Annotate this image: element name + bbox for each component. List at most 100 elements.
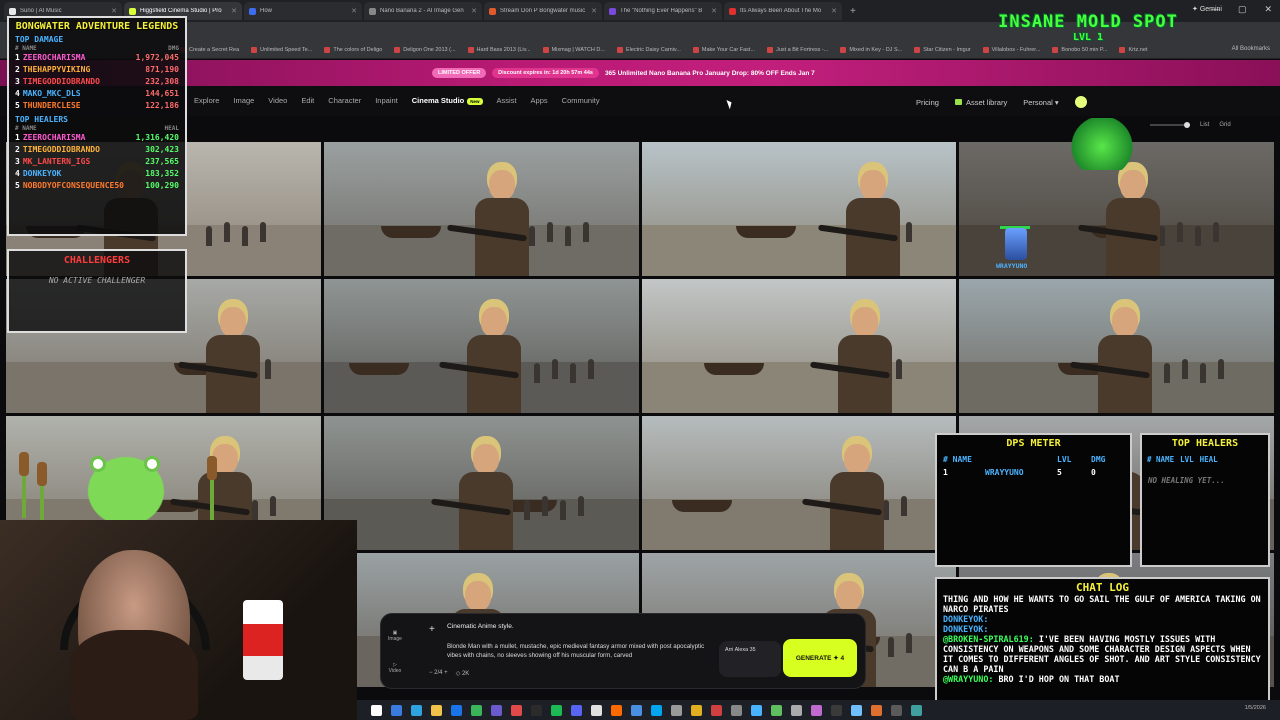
bookmark-item[interactable]: Mixed in Key - DJ S... — [840, 47, 902, 53]
tab-close-icon[interactable]: ✕ — [351, 7, 357, 15]
bookmark-item[interactable]: Deligon One 2013 (... — [394, 47, 456, 53]
bookmark-item[interactable]: Create a Secret Rea — [180, 47, 239, 53]
taskbar-app-icon[interactable] — [671, 704, 682, 716]
workspace-select[interactable]: Personal ▾ — [1023, 98, 1058, 107]
longship-icon — [380, 226, 441, 239]
bookmark-item[interactable]: Electric Daisy Carniv... — [616, 47, 681, 53]
taskbar-app-icon[interactable] — [831, 704, 842, 716]
close-icon[interactable]: ✕ — [1264, 4, 1272, 15]
nav-link-label: Explore — [194, 96, 220, 105]
nav-link-assist[interactable]: Assist — [497, 96, 517, 105]
generate-button[interactable]: GENERATE ✦ 4 — [783, 639, 857, 677]
taskbar-app-icon[interactable] — [891, 704, 902, 716]
model-select[interactable]: Arri Alexa 35 — [719, 641, 781, 677]
all-bookmarks-button[interactable]: All Bookmarks — [1232, 46, 1270, 52]
taskbar-app-icon[interactable] — [851, 704, 862, 716]
prompt-text[interactable]: Blonde Man with a mullet, mustache, epic… — [447, 642, 709, 660]
pricing-link[interactable]: Pricing — [916, 98, 939, 107]
tab-close-icon[interactable]: ✕ — [591, 7, 597, 15]
generated-image-tile[interactable] — [641, 416, 957, 550]
taskbar-app-icon[interactable] — [411, 704, 422, 716]
browser-tab[interactable]: How ✕ — [244, 2, 362, 20]
mode-video-button[interactable]: ▷ Video — [387, 662, 403, 674]
taskbar-app-icon[interactable] — [691, 704, 702, 716]
grid-view-button[interactable]: Grid — [1219, 122, 1230, 128]
bookmark-item[interactable]: The colors of Deligo — [324, 47, 382, 53]
taskbar-app-icon[interactable] — [711, 704, 722, 716]
minimize-icon[interactable]: — — [1211, 4, 1220, 15]
nav-link-apps[interactable]: Apps — [531, 96, 548, 105]
taskbar-app-icon[interactable] — [571, 704, 582, 716]
avatar[interactable] — [1074, 96, 1087, 108]
taskbar-app-icon[interactable] — [431, 704, 442, 716]
taskbar-app-icon[interactable] — [491, 704, 502, 716]
nav-link-explore[interactable]: Explore — [194, 96, 219, 105]
bookmark-item[interactable]: Just a Bit Fortress -... — [767, 47, 828, 53]
prompt-style-line[interactable]: Cinematic Anime style. — [447, 623, 514, 630]
nav-link-edit[interactable]: Edit — [301, 96, 314, 105]
leaderboard-row: 5 NOBODYOFCONSEQUENCE50 100,290 — [15, 180, 179, 192]
taskbar-app-icon[interactable] — [651, 704, 662, 716]
taskbar-app-icon[interactable] — [451, 704, 462, 716]
row-name: ZEEROCHARISMA — [22, 53, 86, 62]
asset-library-button[interactable]: Asset library — [955, 98, 1007, 107]
tab-close-icon[interactable]: ✕ — [111, 7, 117, 15]
resolution-select[interactable]: ◇ 2K — [456, 670, 470, 677]
taskbar-app-icon[interactable] — [871, 704, 882, 716]
taskbar-app-icon[interactable] — [371, 704, 382, 716]
warrior-head — [851, 307, 878, 337]
generated-image-tile[interactable] — [323, 416, 639, 550]
new-tab-button[interactable]: + — [844, 6, 862, 17]
add-reference-button[interactable]: + — [429, 624, 435, 635]
taskbar-app-icon[interactable] — [791, 704, 802, 716]
tab-close-icon[interactable]: ✕ — [831, 7, 837, 15]
taskbar-app-icon[interactable] — [911, 704, 922, 716]
taskbar-app-icon[interactable] — [751, 704, 762, 716]
browser-tab[interactable]: The "Nothing Ever Happens" B ✕ — [604, 2, 722, 20]
bookmark-item[interactable]: Villalobos - Fuhrer... — [982, 47, 1040, 53]
taskbar-app-icon[interactable] — [511, 704, 522, 716]
nav-link-cinema-studio[interactable]: Cinema Studio New — [412, 96, 483, 105]
taskbar-app-icon[interactable] — [531, 704, 542, 716]
bookmark-item[interactable]: Krtz.net — [1119, 47, 1147, 53]
taskbar-app-icon[interactable] — [771, 704, 782, 716]
maximize-icon[interactable]: ▢ — [1238, 4, 1247, 15]
zoom-slider[interactable] — [1150, 122, 1190, 128]
browser-tab[interactable]: Nano Banana 2 - AI Image Gen ✕ — [364, 2, 482, 20]
bookmark-item[interactable]: Make Your Car Fast... — [692, 47, 755, 53]
taskbar-app-icon[interactable] — [591, 704, 602, 716]
nav-link-video[interactable]: Video — [268, 96, 287, 105]
bookmark-item[interactable]: Hard Bass 2013 (Liv... — [467, 47, 531, 53]
taskbar-app-icon[interactable] — [391, 704, 402, 716]
generated-image-tile[interactable] — [323, 142, 639, 276]
tab-close-icon[interactable]: ✕ — [231, 7, 237, 15]
taskbar-app-icon[interactable] — [471, 704, 482, 716]
list-view-button[interactable]: List — [1200, 122, 1209, 128]
taskbar-app-icon[interactable] — [631, 704, 642, 716]
background-figure — [1182, 359, 1189, 379]
taskbar-app-icon[interactable] — [811, 704, 822, 716]
taskbar-app-icon[interactable] — [731, 704, 742, 716]
promo-banner[interactable]: LIMITED OFFER Discount expires in: 1d 20… — [0, 60, 1280, 86]
tab-close-icon[interactable]: ✕ — [471, 7, 477, 15]
taskbar-app-icon[interactable] — [551, 704, 562, 716]
generated-image-tile[interactable] — [323, 279, 639, 413]
bookmark-item[interactable]: Unlimited Speed Te... — [251, 47, 312, 53]
bookmark-item[interactable]: Star Citizen - Imgur — [914, 47, 971, 53]
taskbar-app-icon[interactable] — [611, 704, 622, 716]
generated-image-tile[interactable] — [959, 279, 1274, 413]
bookmark-item[interactable]: Mixmag | WATCH D... — [542, 47, 605, 53]
nav-link-community[interactable]: Community — [562, 96, 600, 105]
count-stepper[interactable]: − 2/4 + — [429, 670, 448, 677]
browser-tab[interactable]: Its Always Been About The Mo ✕ — [724, 2, 842, 20]
bookmark-item[interactable]: Bonobo 50 min P... — [1052, 47, 1107, 53]
nav-link-inpaint[interactable]: Inpaint — [375, 96, 398, 105]
mode-image-button[interactable]: ▣ Image — [387, 630, 403, 642]
generated-image-tile[interactable] — [641, 142, 957, 276]
browser-tab[interactable]: Stream Don P Bongwater music ✕ — [484, 2, 602, 20]
nav-link-image[interactable]: Image — [233, 96, 254, 105]
background-figure — [582, 222, 589, 242]
generated-image-tile[interactable] — [641, 279, 957, 413]
nav-link-character[interactable]: Character — [328, 96, 361, 105]
tab-close-icon[interactable]: ✕ — [711, 7, 717, 15]
